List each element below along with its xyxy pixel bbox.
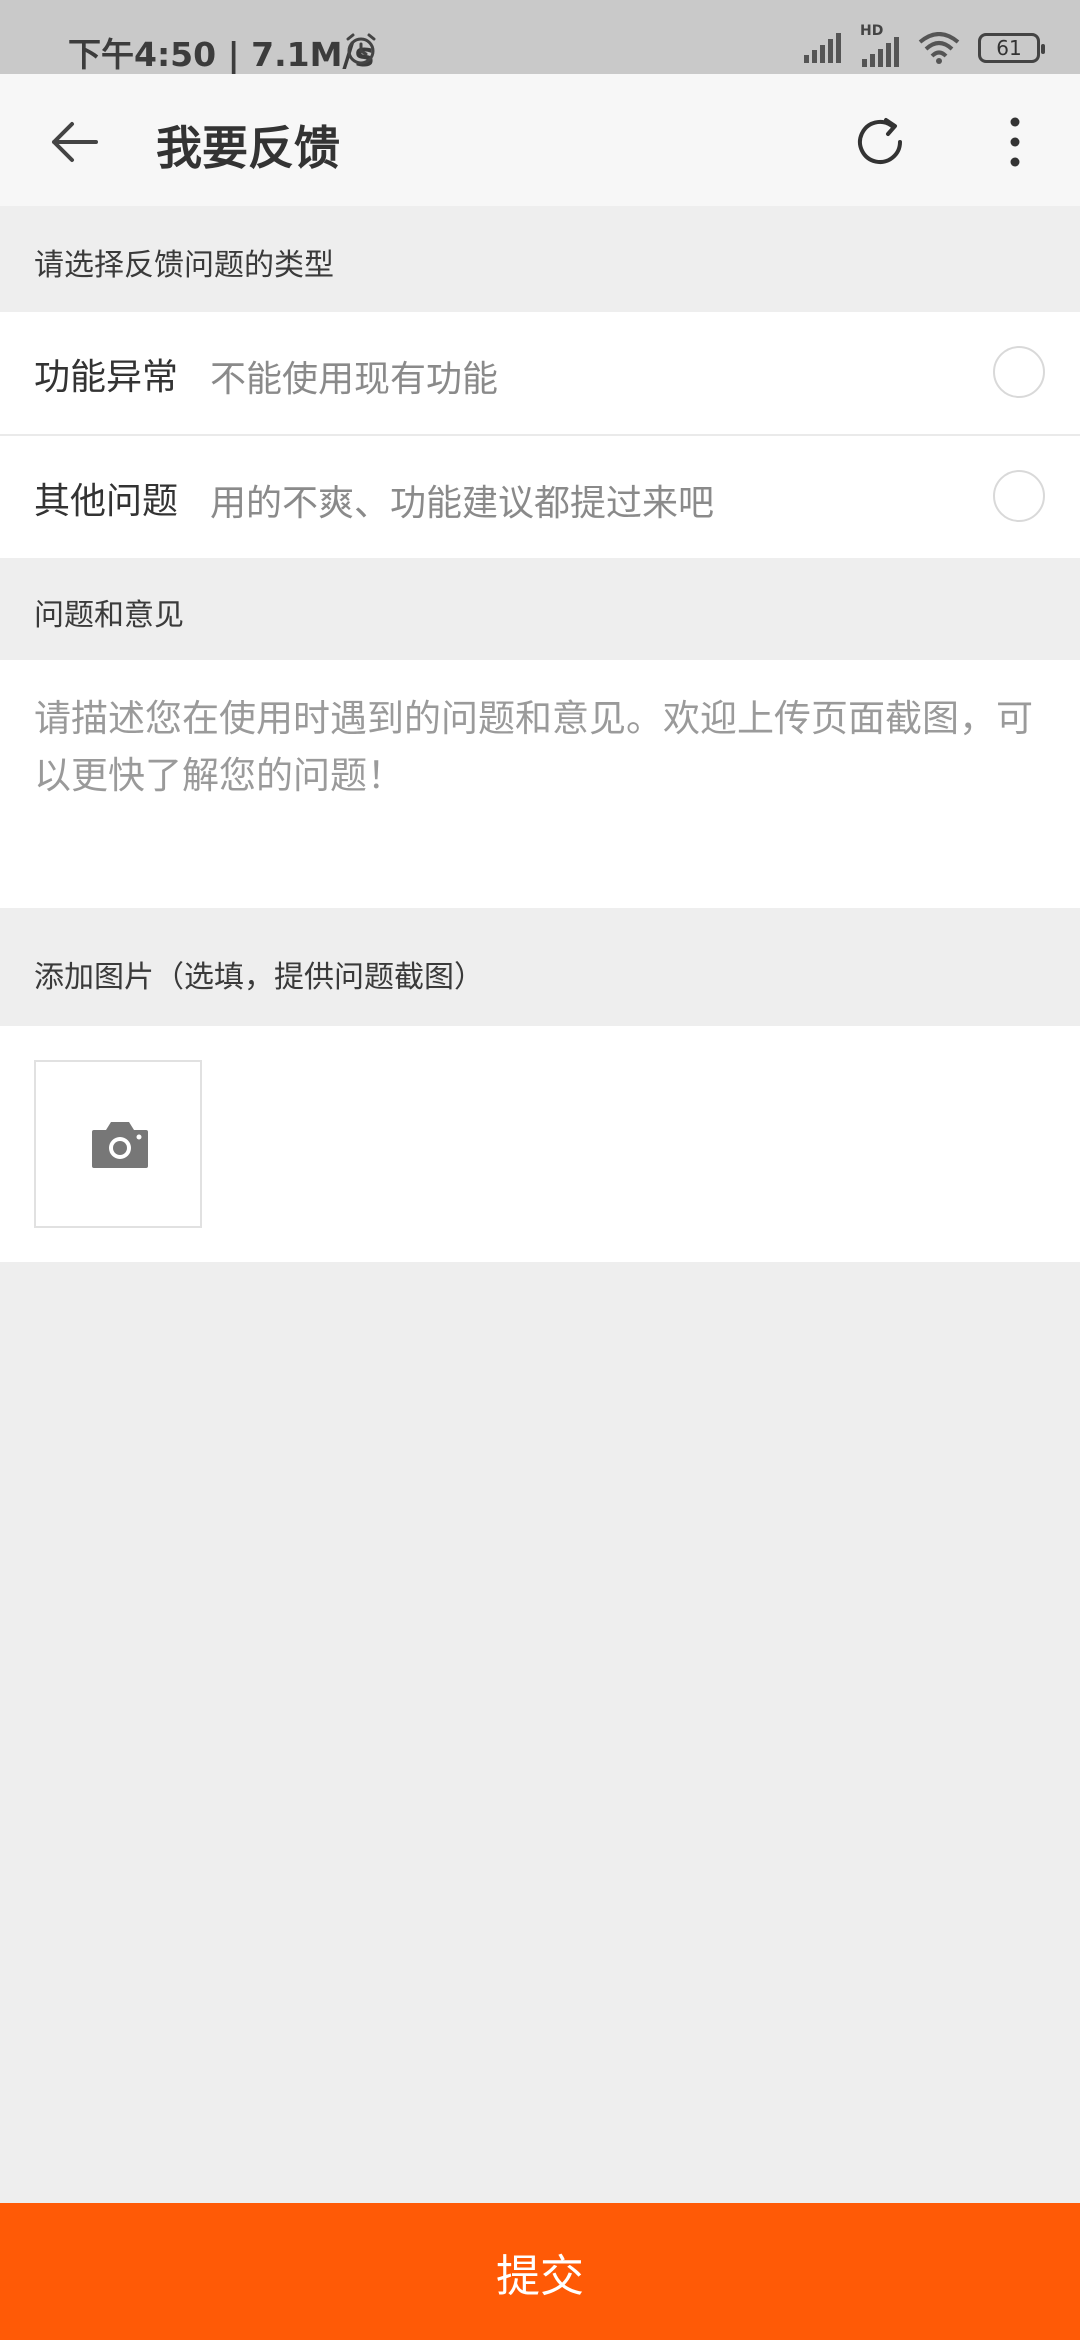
battery-icon: 61 [978, 33, 1045, 63]
option-title: 其他问题 [34, 481, 179, 522]
refresh-icon[interactable] [850, 112, 910, 172]
radio-button[interactable] [993, 470, 1045, 522]
image-section-label: 添加图片（选填，提供问题截图） [34, 960, 484, 995]
feedback-box [0, 660, 1080, 908]
option-description: 用的不爽、功能建议都提过来吧 [210, 483, 715, 524]
image-section-header: 添加图片（选填，提供问题截图） [0, 908, 1080, 1026]
wifi-icon [918, 32, 960, 64]
feedback-section-header: 问题和意见 [0, 558, 1080, 660]
option-description: 不能使用现有功能 [210, 359, 499, 400]
option-title: 功能异常 [34, 357, 179, 398]
type-section-label: 请选择反馈问题的类型 [34, 248, 334, 283]
feedback-section-label: 问题和意见 [34, 598, 184, 633]
battery-level: 61 [996, 36, 1022, 60]
image-upload-area [0, 1026, 1080, 1262]
type-section-header: 请选择反馈问题的类型 [0, 206, 1080, 312]
submit-button[interactable]: 提交 [0, 2203, 1080, 2340]
feedback-textarea[interactable] [34, 690, 1044, 880]
more-vertical-icon[interactable] [1000, 112, 1030, 172]
option-row-other-issues[interactable]: 其他问题 用的不爽、功能建议都提过来吧 [0, 436, 1080, 558]
add-image-button[interactable] [34, 1060, 202, 1228]
status-time: 下午4:50 | 7.1M/s [68, 35, 375, 74]
status-icons: HD 61 [802, 23, 1045, 68]
option-row-function-error[interactable]: 功能异常 不能使用现有功能 [0, 312, 1080, 434]
alarm-icon [346, 33, 376, 65]
camera-icon [92, 1122, 148, 1168]
hd-signal-icon: HD [860, 23, 900, 67]
signal-icon [804, 33, 841, 63]
page-title: 我要反馈 [156, 121, 340, 175]
radio-button[interactable] [993, 346, 1045, 398]
arrow-left-icon[interactable] [48, 118, 100, 166]
